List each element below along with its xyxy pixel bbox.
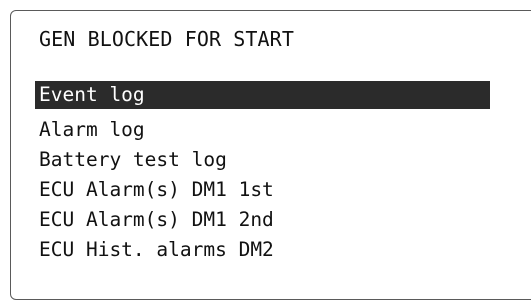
menu-item-ecu-hist-alarms-dm2[interactable]: ECU Hist. alarms DM2 xyxy=(35,235,490,265)
menu-item-ecu-alarms-dm1-2nd[interactable]: ECU Alarm(s) DM1 2nd xyxy=(35,205,490,235)
menu-item-ecu-alarms-dm1-1st[interactable]: ECU Alarm(s) DM1 1st xyxy=(35,175,490,205)
menu-item-event-log[interactable]: Event log xyxy=(35,81,490,109)
menu-item-alarm-log[interactable]: Alarm log xyxy=(35,115,490,145)
menu-item-battery-test-log[interactable]: Battery test log xyxy=(35,145,490,175)
status-title: GEN BLOCKED FOR START xyxy=(39,27,294,51)
log-menu: Event log Alarm log Battery test log ECU… xyxy=(35,81,490,265)
